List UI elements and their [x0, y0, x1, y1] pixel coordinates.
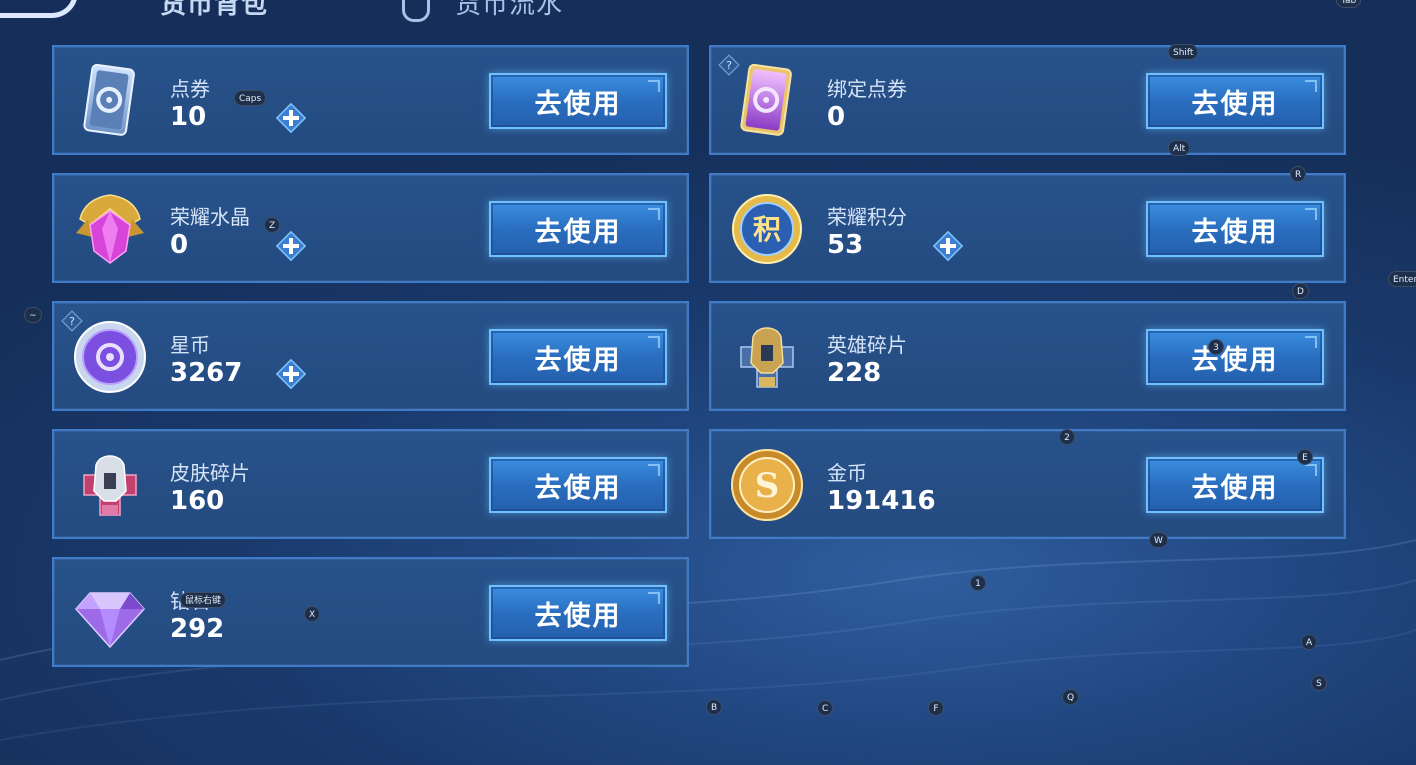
use-button[interactable]: 去使用 [1146, 457, 1324, 513]
currency-value: 228 [827, 358, 882, 388]
back-logo-icon[interactable] [0, 0, 78, 18]
key-hint-f: F [928, 700, 944, 716]
use-button[interactable]: 去使用 [1146, 73, 1324, 129]
key-hint-w: W [1149, 532, 1168, 548]
currency-value: 3267 [170, 358, 243, 388]
key-hint-alt: Alt [1168, 140, 1191, 156]
currency-card-gold-coin: S 金币 191416 去使用 [709, 429, 1346, 539]
currency-card-coupon: 点券 10 去使用 [52, 45, 689, 155]
key-hint-q: Q [1062, 689, 1080, 705]
key-hint-2: 2 [1059, 429, 1075, 445]
use-button[interactable]: 去使用 [489, 201, 667, 257]
currency-card-star-coin: ? 星币 3267 去使用 [52, 301, 689, 411]
currency-card-glory-points: 积 荣耀积分 53 去使用 [709, 173, 1346, 283]
currency-value: 292 [170, 614, 225, 644]
currency-value: 0 [827, 102, 846, 132]
diamond-icon [74, 592, 146, 649]
key-hint-c: C [817, 700, 834, 716]
currency-name: 点券 [170, 77, 210, 101]
key-hint-enter: Enter [1388, 271, 1416, 287]
glory-points-icon: 积 [732, 194, 802, 264]
top-header: 货币背包 货币流水 [0, 0, 1416, 24]
svg-text:S: S [755, 466, 780, 506]
use-button[interactable]: 去使用 [1146, 201, 1324, 257]
add-plus-icon[interactable] [274, 357, 308, 391]
currency-name: 星币 [170, 333, 210, 357]
tab-currency-flow[interactable]: 货币流水 [455, 0, 563, 20]
gold-coin-icon: S [731, 449, 803, 521]
add-plus-icon[interactable] [274, 101, 308, 135]
use-button[interactable]: 去使用 [489, 585, 667, 641]
key-hint-a: A [1301, 634, 1318, 650]
tab-currency-bag[interactable]: 货币背包 [160, 0, 268, 20]
currency-value: 10 [170, 102, 207, 132]
key-hint-d: D [1292, 283, 1309, 299]
currency-card-skin-shard: 皮肤碎片 160 去使用 [52, 429, 689, 539]
currency-name: 英雄碎片 [827, 333, 907, 357]
key-hint-shift: Shift [1168, 44, 1199, 60]
currency-card-glory-crystal: 荣耀水晶 0 去使用 [52, 173, 689, 283]
currency-name: 金币 [827, 461, 867, 485]
add-plus-icon[interactable] [931, 229, 965, 263]
currency-name: 皮肤碎片 [170, 461, 250, 485]
glory-crystal-icon [76, 194, 144, 264]
use-button[interactable]: 去使用 [1146, 329, 1324, 385]
svg-text:积: 积 [753, 213, 781, 246]
bound-coupon-icon [740, 63, 792, 136]
currency-name: 荣耀水晶 [170, 205, 250, 229]
key-hint-mouse-right: 鼠标右键 [180, 592, 227, 608]
key-hint-s: S [1311, 675, 1327, 691]
currency-value: 0 [170, 230, 189, 260]
use-button[interactable]: 去使用 [489, 457, 667, 513]
key-hint-e: E [1297, 449, 1313, 465]
currency-name: 绑定点券 [827, 77, 907, 101]
add-plus-icon[interactable] [274, 229, 308, 263]
coupon-icon [83, 63, 135, 136]
key-hint-1: 1 [970, 575, 986, 591]
key-hint-3: 3 [1208, 339, 1224, 355]
star-coin-icon [74, 321, 146, 393]
currency-value: 160 [170, 486, 225, 516]
currency-value: 53 [827, 230, 864, 260]
currency-card-hero-shard: 英雄碎片 228 去使用 [709, 301, 1346, 411]
skin-shard-icon [83, 455, 137, 516]
hero-shard-icon [740, 327, 794, 388]
key-hint-caps: Caps [234, 90, 267, 106]
currency-card-bound-coupon: ? 绑定点券 0 去使用 [709, 45, 1346, 155]
currency-value: 191416 [827, 486, 936, 516]
key-hint-tilde: ~ [24, 307, 42, 323]
use-button[interactable]: 去使用 [489, 73, 667, 129]
currency-flow-icon [402, 0, 430, 22]
use-button[interactable]: 去使用 [489, 329, 667, 385]
key-hint-b: B [706, 699, 723, 715]
currency-card-diamond: 钻石 292 去使用 [52, 557, 689, 667]
currency-name: 荣耀积分 [827, 205, 907, 229]
